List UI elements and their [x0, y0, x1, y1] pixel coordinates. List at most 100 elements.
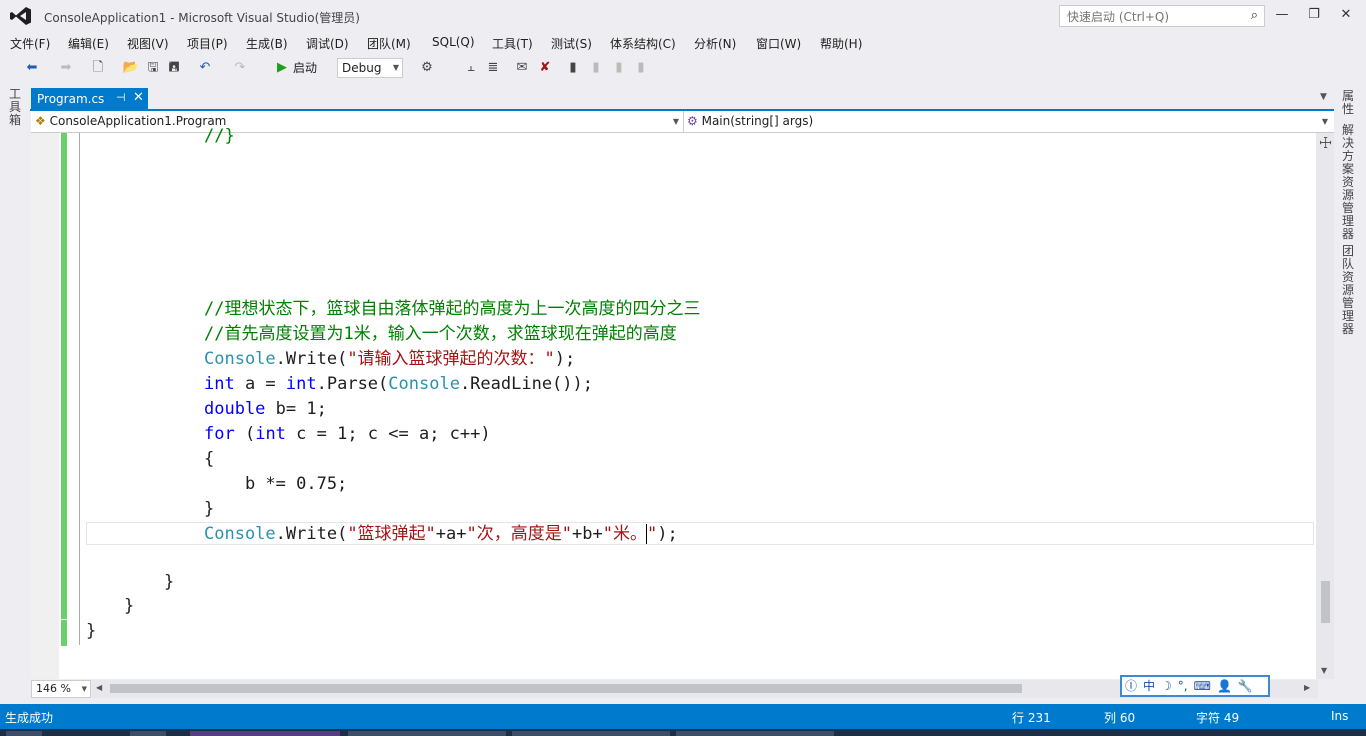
ime-user-icon[interactable]: 👤	[1214, 679, 1235, 693]
uncomment-icon[interactable]: ✘	[536, 58, 554, 78]
menu-test[interactable]: 测试(S)	[551, 35, 592, 52]
forward-icon[interactable]: ➡	[56, 58, 76, 78]
type-value: ConsoleApplication1.Program	[49, 114, 227, 128]
back-icon[interactable]: ⬅	[22, 58, 42, 78]
tab-list-dropdown-icon[interactable]: ▼	[1320, 92, 1327, 102]
chevron-down-icon: ▼	[1321, 117, 1328, 126]
code-line: }	[124, 596, 135, 616]
ime-width-icon[interactable]: ☽	[1158, 679, 1175, 693]
close-window-button[interactable]: ✕	[1332, 4, 1360, 26]
prev-bookmark-icon[interactable]: ▮	[589, 58, 603, 78]
standard-toolbar: ⬅ ➡ 🗋 📂 🖫 🖪 ↶ ↷ ▶ 启动 ⚙ ⫠ ≣ ✉ ✘ ▮ ▮ ▮ ▮	[0, 55, 1366, 81]
ime-punctuation-icon[interactable]: °,	[1175, 679, 1191, 693]
text-caret: "	[645, 524, 658, 544]
outlining-line	[79, 133, 80, 645]
open-file-icon[interactable]: 📂	[121, 58, 141, 78]
scroll-left-icon[interactable]: ◀	[96, 683, 102, 692]
toolbar-indent-icon[interactable]: ≣	[484, 58, 502, 78]
toolbar-align-icon[interactable]: ⫠	[462, 58, 480, 78]
maximize-button[interactable]: ❐	[1300, 4, 1328, 26]
visual-studio-logo-icon	[10, 7, 31, 25]
method-icon: ⚙	[687, 114, 698, 128]
code-line: }	[164, 572, 175, 592]
ime-chinese-mode[interactable]: 中	[1140, 679, 1158, 693]
taskbar-app-button[interactable]	[676, 731, 834, 736]
code-line: for (int c = 1; c <= a; c++)	[204, 424, 491, 444]
taskbar-app-icon[interactable]	[130, 731, 166, 736]
code-line: double b= 1;	[204, 399, 327, 419]
menu-build[interactable]: 生成(B)	[246, 35, 288, 52]
vertical-scroll-thumb[interactable]	[1321, 581, 1330, 623]
status-bar: 生成成功 行 231 列 60 字符 49 Ins	[0, 704, 1366, 729]
tab-label: Program.cs	[37, 92, 105, 106]
team-explorer-tab[interactable]: 团队资源管理器	[1342, 245, 1356, 336]
start-orb-icon[interactable]	[6, 731, 42, 736]
menu-view[interactable]: 视图(V)	[127, 35, 169, 52]
code-line: {	[204, 449, 215, 469]
comment-icon[interactable]: ✉	[513, 58, 531, 78]
quick-launch-box[interactable]: ⌕	[1059, 5, 1265, 27]
code-line: int a = int.Parse(Console.ReadLine());	[204, 374, 593, 394]
quick-launch-input[interactable]	[1065, 7, 1239, 27]
status-line: 行 231	[1012, 711, 1051, 725]
solution-explorer-tab[interactable]: 解决方案资源管理器	[1342, 124, 1356, 241]
menu-debug[interactable]: 调试(D)	[306, 35, 349, 52]
menu-edit[interactable]: 编辑(E)	[68, 35, 109, 52]
bookmark-icon[interactable]: ▮	[566, 58, 580, 78]
status-column: 列 60	[1104, 711, 1136, 725]
new-project-icon[interactable]: 🗋	[87, 58, 109, 78]
type-dropdown[interactable]: ❖ ConsoleApplication1.Program ▼	[31, 111, 684, 132]
menu-tools[interactable]: 工具(T)	[492, 35, 533, 52]
undo-icon[interactable]: ↶	[195, 58, 215, 78]
member-value: Main(string[] args)	[701, 114, 814, 128]
start-button[interactable]: 启动	[293, 58, 333, 78]
redo-icon[interactable]: ↷	[230, 58, 250, 78]
attach-process-icon[interactable]: ⚙	[417, 58, 437, 78]
split-editor-icon[interactable]: ☩	[1319, 134, 1332, 152]
menu-project[interactable]: 项目(P)	[187, 35, 228, 52]
scroll-down-icon[interactable]: ▼	[1321, 666, 1327, 675]
toolbox-tab[interactable]: 工具箱	[9, 88, 23, 127]
code-line: }	[204, 499, 215, 519]
ime-logo-icon[interactable]: Ⓘ	[1122, 679, 1140, 693]
code-line: Console.Write("请输入篮球弹起的次数：");	[204, 349, 576, 369]
ime-keyboard-icon[interactable]: ⌨	[1191, 679, 1214, 693]
close-tab-icon[interactable]: ✕	[133, 90, 144, 105]
menu-analyze[interactable]: 分析(N)	[694, 35, 736, 52]
tab-program-cs[interactable]: Program.cs ⊣ ✕	[31, 88, 148, 110]
next-bookmark-icon[interactable]: ▮	[612, 58, 626, 78]
search-icon[interactable]: ⌕	[1251, 8, 1258, 23]
status-message: 生成成功	[5, 711, 54, 725]
ime-toolbar[interactable]: Ⓘ 中 ☽ °, ⌨ 👤 🔧	[1120, 675, 1270, 697]
clear-bookmarks-icon[interactable]: ▮	[634, 58, 648, 78]
horizontal-scroll-thumb[interactable]	[110, 684, 1022, 693]
taskbar-app-button[interactable]	[512, 731, 670, 736]
menu-sql[interactable]: SQL(Q)	[432, 35, 475, 49]
scroll-right-icon[interactable]: ▶	[1304, 683, 1310, 692]
member-dropdown[interactable]: ⚙ Main(string[] args) ▼	[684, 111, 1332, 132]
zoom-value: 146 %	[36, 682, 71, 695]
save-icon[interactable]: 🖫	[144, 58, 162, 78]
ime-settings-icon[interactable]: 🔧	[1235, 679, 1256, 693]
menu-team[interactable]: 团队(M)	[367, 35, 411, 52]
properties-tab[interactable]: 属性	[1342, 90, 1356, 116]
menu-help[interactable]: 帮助(H)	[820, 35, 862, 52]
code-comment-line: //首先高度设置为1米，输入一个次数，求篮球现在弹起的高度	[204, 324, 677, 344]
class-icon: ❖	[35, 114, 46, 128]
menu-file[interactable]: 文件(F)	[10, 35, 50, 52]
solution-config-dropdown[interactable]: Debug ▼	[337, 58, 403, 78]
left-dock-strip	[0, 84, 30, 704]
chevron-down-icon: ▼	[81, 685, 87, 693]
change-tracking-bar	[61, 133, 67, 619]
minimize-button[interactable]: —	[1268, 4, 1296, 26]
save-all-icon[interactable]: 🖪	[165, 58, 183, 78]
taskbar-vs-button[interactable]	[190, 731, 340, 736]
start-icon[interactable]: ▶	[275, 58, 289, 78]
taskbar-app-button[interactable]	[348, 731, 506, 736]
code-line: b *= 0.75;	[204, 474, 348, 494]
menu-architecture[interactable]: 体系结构(C)	[610, 35, 676, 52]
pin-icon[interactable]: ⊣	[116, 91, 126, 104]
menu-window[interactable]: 窗口(W)	[756, 35, 801, 52]
status-insert-mode: Ins	[1331, 709, 1349, 723]
zoom-level-dropdown[interactable]: 146 % ▼	[31, 680, 91, 698]
